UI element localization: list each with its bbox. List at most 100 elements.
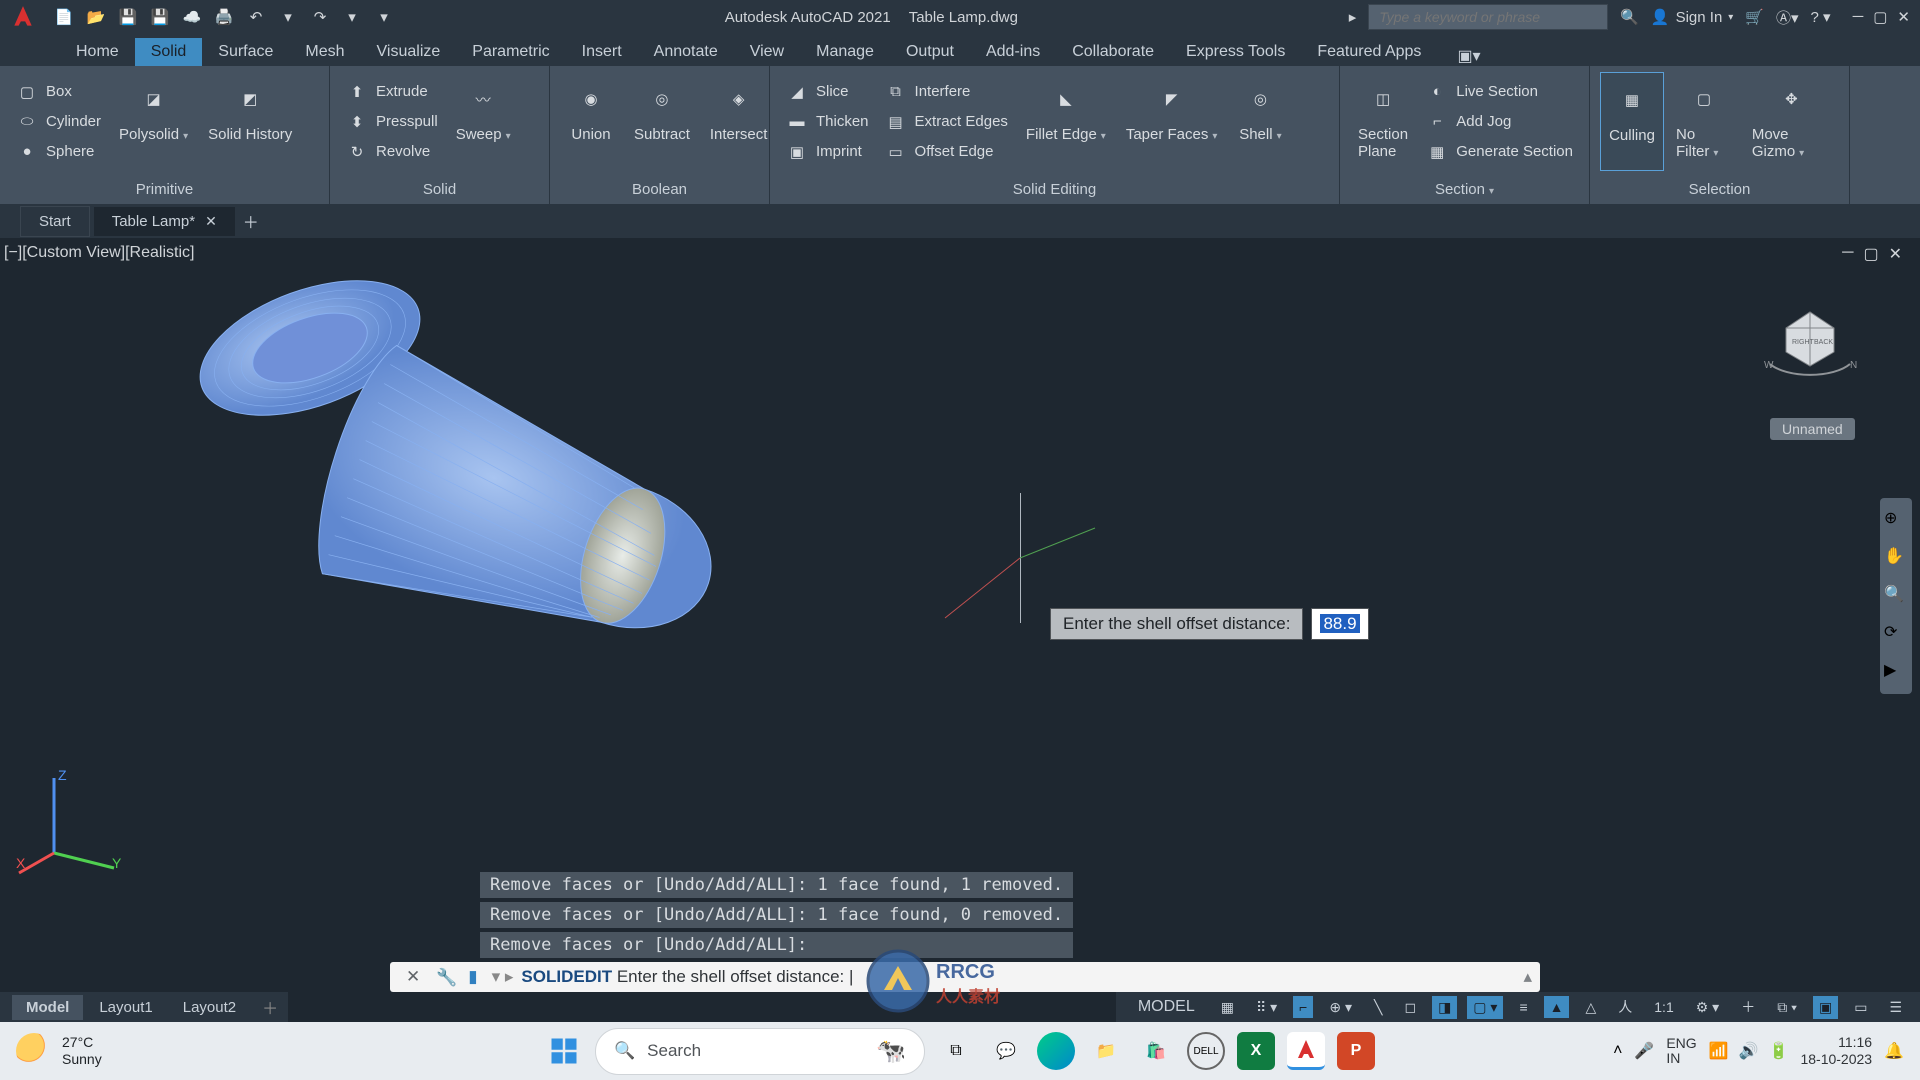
minimize-button[interactable]: ─ bbox=[1853, 8, 1864, 26]
lweight-icon[interactable]: ≡ bbox=[1513, 996, 1533, 1018]
close-button[interactable]: ✕ bbox=[1897, 8, 1910, 26]
polar-icon[interactable]: ⊕ ▾ bbox=[1323, 996, 1358, 1019]
navigation-bar[interactable]: ⊕ ✋ 🔍 ⟳ ▶ bbox=[1880, 498, 1912, 694]
vp-close-icon[interactable]: ✕ bbox=[1889, 244, 1902, 264]
box-button[interactable]: ▢Box bbox=[10, 78, 107, 106]
thicken-button[interactable]: ▬Thicken bbox=[780, 108, 875, 136]
tab-solid[interactable]: Solid bbox=[135, 38, 203, 66]
app-home-icon[interactable]: Ⓐ▾ bbox=[1776, 7, 1799, 28]
viewcube[interactable]: RIGHT BACK W N Unnamed bbox=[1750, 284, 1870, 404]
tab-collaborate[interactable]: Collaborate bbox=[1056, 38, 1170, 66]
battery-icon[interactable]: 🔋 bbox=[1769, 1041, 1789, 1061]
isodraft-icon[interactable]: ╲ bbox=[1368, 996, 1388, 1019]
tab-annotate[interactable]: Annotate bbox=[638, 38, 734, 66]
search-icon[interactable]: 🔍 bbox=[1620, 8, 1639, 26]
filletedge-button[interactable]: ◣Fillet Edge bbox=[1018, 72, 1114, 171]
taskbar-weather[interactable]: 27°C Sunny bbox=[16, 1033, 102, 1069]
snap-icon[interactable]: ⠿ ▾ bbox=[1250, 996, 1283, 1019]
layouttab-layout2[interactable]: Layout2 bbox=[169, 995, 250, 1020]
polysolid-button[interactable]: ◪Polysolid bbox=[111, 72, 196, 171]
3dprint-icon[interactable]: △ bbox=[1579, 996, 1602, 1019]
wifi-icon[interactable]: 📶 bbox=[1709, 1041, 1729, 1061]
extrude-button[interactable]: ⬆Extrude bbox=[340, 78, 444, 106]
cmd-customize-icon[interactable]: 🔧 bbox=[436, 968, 454, 986]
annoscale[interactable]: 1:1 bbox=[1648, 996, 1679, 1018]
ortho-icon[interactable]: ⌐ bbox=[1293, 996, 1313, 1018]
cmd-expand-icon[interactable]: ▴ bbox=[1523, 967, 1532, 987]
tray-expand-icon[interactable]: ˄ bbox=[1613, 1042, 1622, 1060]
otrack-icon[interactable]: ▢ ▾ bbox=[1467, 996, 1503, 1019]
grid-icon[interactable]: ▦ bbox=[1215, 996, 1240, 1019]
drawing-viewport[interactable]: [−][Custom View][Realistic] ─ ▢ ✕ RIGHT … bbox=[0, 238, 1920, 888]
movegizmo-button[interactable]: ✥Move Gizmo bbox=[1744, 72, 1839, 171]
ribbon-toggle-icon[interactable]: ▣▾ bbox=[1457, 46, 1480, 66]
dell-icon[interactable]: DELL bbox=[1187, 1032, 1225, 1070]
layouttab-model[interactable]: Model bbox=[12, 995, 83, 1020]
fullnav-icon[interactable]: ⊕ bbox=[1884, 508, 1908, 532]
open-icon[interactable]: 📂 bbox=[86, 7, 106, 27]
gear-icon[interactable]: ⚙ ▾ bbox=[1690, 996, 1725, 1019]
chat-icon[interactable]: 💬 bbox=[987, 1032, 1025, 1070]
tab-output[interactable]: Output bbox=[890, 38, 970, 66]
qat-dropdown-icon[interactable]: ▾ bbox=[278, 7, 298, 27]
subtract-button[interactable]: ◎Subtract bbox=[626, 72, 698, 171]
livesection-button[interactable]: ◐Live Section bbox=[1420, 78, 1579, 106]
layouttab-add-button[interactable]: ＋ bbox=[252, 991, 288, 1023]
cycling-icon[interactable]: ▲ bbox=[1544, 996, 1570, 1018]
union-button[interactable]: ◉Union bbox=[560, 72, 622, 171]
cart-icon[interactable]: 🛒 bbox=[1745, 8, 1764, 26]
panel-section[interactable]: Section bbox=[1340, 177, 1589, 204]
vp-restore-icon[interactable]: ▢ bbox=[1863, 244, 1878, 264]
cleanscreen-icon[interactable]: ☰ bbox=[1883, 996, 1908, 1019]
web-save-icon[interactable]: ☁️ bbox=[182, 7, 202, 27]
filetab-start[interactable]: Start bbox=[20, 206, 90, 237]
tab-home[interactable]: Home bbox=[60, 38, 135, 66]
vp-minimize-icon[interactable]: ─ bbox=[1842, 244, 1853, 264]
isolate-icon[interactable]: ▭ bbox=[1848, 996, 1873, 1019]
excel-icon[interactable]: X bbox=[1237, 1032, 1275, 1070]
help-icon[interactable]: ? ▾ bbox=[1811, 8, 1831, 26]
tab-view[interactable]: View bbox=[734, 38, 800, 66]
osnap-icon[interactable]: ◻ bbox=[1398, 996, 1422, 1019]
tab-parametric[interactable]: Parametric bbox=[456, 38, 565, 66]
culling-button[interactable]: ▦Culling bbox=[1600, 72, 1664, 171]
cmd-recent-icon[interactable]: ▾ ▸ bbox=[492, 967, 514, 987]
language-switcher[interactable]: ENGIN bbox=[1666, 1036, 1696, 1067]
shell-button[interactable]: ◎Shell bbox=[1229, 72, 1291, 171]
hardware-icon[interactable]: ▣ bbox=[1813, 996, 1838, 1019]
cmd-close-icon[interactable]: ✕ bbox=[406, 967, 420, 987]
annomon-icon[interactable]: 人 bbox=[1612, 994, 1638, 1020]
zoom-icon[interactable]: 🔍 bbox=[1884, 584, 1908, 608]
share-icon[interactable]: ▸ bbox=[1349, 8, 1357, 26]
filetab-doc[interactable]: Table Lamp* ✕ bbox=[94, 207, 235, 236]
windows-taskbar[interactable]: 27°C Sunny 🔍 Search 🐄 ⧉ 💬 📁 🛍️ DELL X P … bbox=[0, 1022, 1920, 1080]
powerpoint-icon[interactable]: P bbox=[1337, 1032, 1375, 1070]
filetab-close-icon[interactable]: ✕ bbox=[205, 213, 217, 230]
nofilter-button[interactable]: ▢No Filter bbox=[1668, 72, 1740, 171]
viewcube-name[interactable]: Unnamed bbox=[1770, 418, 1855, 440]
new-icon[interactable]: 📄 bbox=[54, 7, 74, 27]
presspull-button[interactable]: ⬍Presspull bbox=[340, 108, 444, 136]
explorer-icon[interactable]: 📁 bbox=[1087, 1032, 1125, 1070]
revolve-button[interactable]: ↻Revolve bbox=[340, 138, 444, 166]
tab-expresstools[interactable]: Express Tools bbox=[1170, 38, 1301, 66]
imprint-button[interactable]: ▣Imprint bbox=[780, 138, 875, 166]
taskbar-clock[interactable]: 11:1618-10-2023 bbox=[1800, 1034, 1872, 1068]
model-space-badge[interactable]: MODEL bbox=[1128, 995, 1205, 1019]
filetab-add-button[interactable]: ＋ bbox=[239, 209, 263, 233]
tab-mesh[interactable]: Mesh bbox=[289, 38, 360, 66]
tab-visualize[interactable]: Visualize bbox=[361, 38, 457, 66]
workspace-icon[interactable]: ⧉ ▾ bbox=[1771, 996, 1803, 1019]
tab-manage[interactable]: Manage bbox=[800, 38, 890, 66]
slice-button[interactable]: ◢Slice bbox=[780, 78, 875, 106]
addjog-button[interactable]: ⌐Add Jog bbox=[1420, 108, 1579, 136]
signin-button[interactable]: 👤 Sign In ▾ bbox=[1651, 8, 1733, 26]
sphere-button[interactable]: ●Sphere bbox=[10, 138, 107, 166]
orbit-icon[interactable]: ⟳ bbox=[1884, 622, 1908, 646]
pan-icon[interactable]: ✋ bbox=[1884, 546, 1908, 570]
mic-icon[interactable]: 🎤 bbox=[1634, 1041, 1654, 1061]
intersect-button[interactable]: ◈Intersect bbox=[702, 72, 776, 171]
maximize-button[interactable]: ▢ bbox=[1873, 8, 1887, 26]
undo-icon[interactable]: ↶ bbox=[246, 7, 266, 27]
solidhistory-button[interactable]: ◩Solid History bbox=[200, 72, 300, 171]
